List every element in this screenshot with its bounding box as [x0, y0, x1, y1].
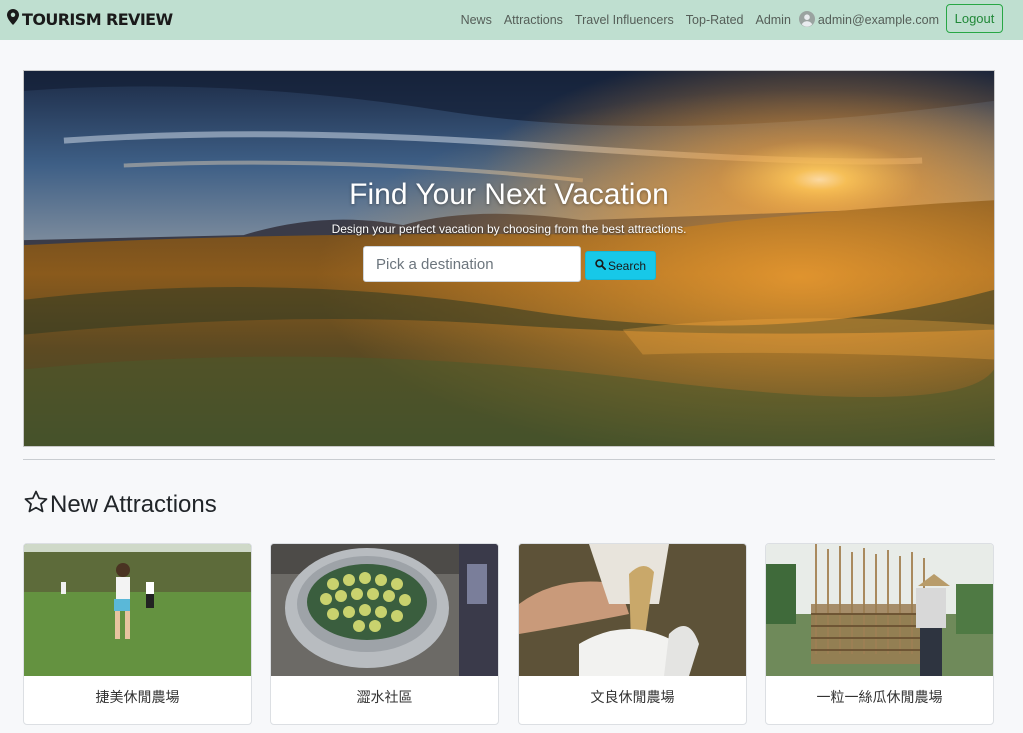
attraction-name: 捷美休閒農場: [95, 690, 180, 706]
attraction-name: 澀水社區: [356, 690, 413, 706]
attraction-card[interactable]: 捷美休閒農場: [23, 543, 252, 725]
nav-user[interactable]: admin@example.com: [798, 10, 939, 30]
hero-banner: Find Your Next Vacation Design your perf…: [23, 70, 995, 447]
nav-link-travel-influencers[interactable]: Travel Influencers: [575, 13, 674, 27]
nav-link-attractions[interactable]: Attractions: [504, 13, 563, 27]
logout-button[interactable]: Logout: [946, 4, 1003, 33]
section-title: New Attractions: [50, 490, 217, 518]
destination-search-input[interactable]: [363, 246, 581, 282]
brand-name: TOURISM REVIEW: [22, 10, 173, 29]
nav-links: News Attractions Travel Influencers Top-…: [449, 0, 939, 40]
user-avatar-icon: [798, 10, 815, 30]
section-divider: [23, 459, 995, 460]
map-marker-icon: [7, 9, 19, 30]
attraction-photo: [766, 544, 993, 676]
search-icon: [595, 258, 606, 273]
search-button-label: Search: [607, 258, 647, 273]
hero-title: Find Your Next Vacation: [349, 178, 669, 211]
attraction-name: 文良休閒農場: [590, 690, 675, 706]
nav-link-top-rated[interactable]: Top-Rated: [686, 13, 744, 27]
nav-link-news[interactable]: News: [461, 13, 492, 27]
attraction-photo: [24, 544, 251, 676]
attraction-card[interactable]: 澀水社區: [270, 543, 499, 725]
attraction-photo: [519, 544, 746, 676]
attraction-card[interactable]: 一粒一絲瓜休閒農場: [765, 543, 994, 725]
new-attractions-heading: New Attractions: [23, 489, 217, 520]
star-outline-icon: [23, 489, 49, 520]
brand[interactable]: TOURISM REVIEW: [7, 9, 173, 30]
user-email: admin@example.com: [817, 13, 939, 27]
attraction-name: 一粒一絲瓜休閒農場: [816, 690, 943, 706]
search-button[interactable]: Search: [585, 251, 656, 280]
top-navbar: TOURISM REVIEW News Attractions Travel I…: [0, 0, 1023, 40]
attraction-photo: [271, 544, 498, 676]
hero-content: Find Your Next Vacation Design your perf…: [24, 71, 994, 446]
nav-link-admin[interactable]: Admin: [755, 13, 790, 27]
attraction-card[interactable]: 文良休閒農場: [518, 543, 747, 725]
hero-subtitle: Design your perfect vacation by choosing…: [331, 222, 687, 236]
